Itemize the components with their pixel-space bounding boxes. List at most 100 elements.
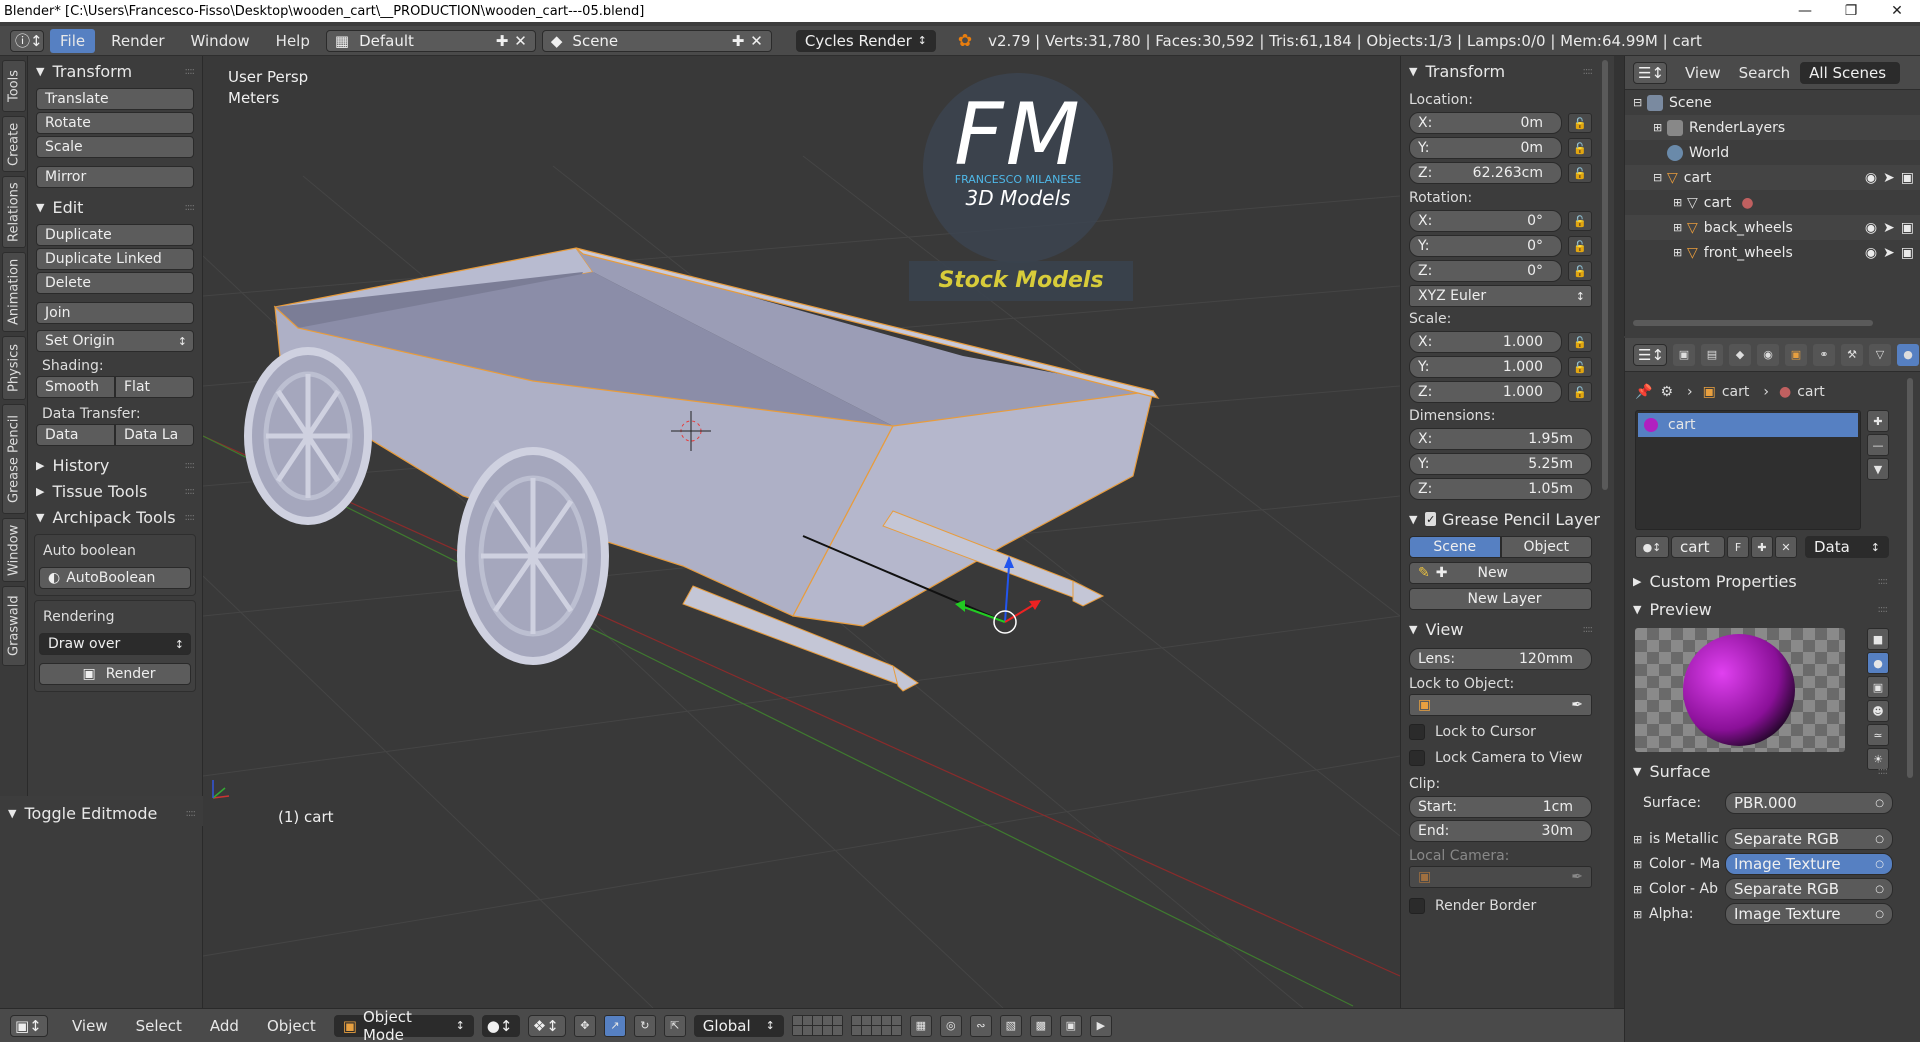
preview-header[interactable]: ▼ Preview :::: xyxy=(1625,596,1895,622)
scene-dropdown[interactable]: ◆ Scene ✚ ✕ xyxy=(541,29,772,52)
object-menu[interactable]: Object xyxy=(257,1014,326,1038)
data-tab-icon[interactable]: ▽ xyxy=(1869,343,1891,366)
expand-icon[interactable]: ⊞ xyxy=(1673,221,1687,234)
shader-input-dropdown[interactable]: Image Texture ○ xyxy=(1725,853,1893,875)
world-tab-icon[interactable]: ◉ xyxy=(1757,343,1779,366)
visibility-eye-icon[interactable]: ◉ xyxy=(1865,245,1877,261)
delete-button[interactable]: Delete xyxy=(36,272,194,294)
location-y-field[interactable]: Y: 0m xyxy=(1409,137,1562,159)
tab-graswald[interactable]: Graswald xyxy=(2,586,26,666)
rotation-z-field[interactable]: Z: 0° xyxy=(1409,260,1562,282)
rotate-button[interactable]: Rotate xyxy=(36,112,194,134)
selectable-arrow-icon[interactable]: ➤ xyxy=(1883,170,1895,186)
3d-viewport[interactable]: User Persp Meters (1) cart FM FRANCESCO … xyxy=(203,56,1400,1008)
custom-properties-header[interactable]: ▶ Custom Properties :::: xyxy=(1625,568,1895,594)
data-layout-button[interactable]: Data La xyxy=(115,424,194,446)
outliner-hscrollbar[interactable] xyxy=(1633,320,1873,326)
render-border-checkbox[interactable] xyxy=(1409,898,1425,914)
outliner-row-cart-object[interactable]: ⊟ ▽ cart ◉ ➤ ▣ xyxy=(1625,165,1920,190)
surface-header[interactable]: ▼ Surface :::: xyxy=(1625,758,1895,784)
drag-grip-icon[interactable]: :::: xyxy=(185,512,196,523)
drag-grip-icon[interactable]: :::: xyxy=(1583,66,1594,77)
transform-orientation-dropdown[interactable]: Global ↕ xyxy=(693,1014,784,1037)
lock-icon[interactable]: 🔓 xyxy=(1568,163,1592,183)
translate-button[interactable]: Translate xyxy=(36,88,194,110)
lock-icon[interactable]: 🔓 xyxy=(1568,332,1592,352)
properties-scrollbar[interactable] xyxy=(1907,378,1913,778)
layers-grid-2[interactable] xyxy=(850,1015,902,1036)
transform-panel-header[interactable]: ▼ Transform :::: xyxy=(28,58,202,84)
tab-physics[interactable]: Physics xyxy=(2,336,26,400)
region-divider[interactable] xyxy=(1614,56,1624,1008)
preview-hair-icon[interactable]: ≃ xyxy=(1867,724,1889,746)
material-slots-list[interactable]: cart xyxy=(1635,410,1861,530)
remove-slot-icon[interactable]: — xyxy=(1867,434,1889,456)
restore-icon[interactable]: ❐ xyxy=(1828,3,1874,19)
npanel-view-header[interactable]: ▼ View :::: xyxy=(1401,616,1600,642)
close-icon[interactable]: ✕ xyxy=(1874,3,1920,19)
render-layers-tab-icon[interactable]: ▤ xyxy=(1701,343,1723,366)
unlink-material-icon[interactable]: ✕ xyxy=(1775,536,1797,558)
tab-tools[interactable]: Tools xyxy=(2,60,26,112)
visibility-eye-icon[interactable]: ◉ xyxy=(1865,170,1877,186)
draw-over-dropdown[interactable]: Draw over ↕ xyxy=(39,633,191,655)
grease-pencil-checkbox[interactable]: ✓ xyxy=(1425,512,1437,526)
lock-icon[interactable]: 🔓 xyxy=(1568,236,1592,256)
constraints-tab-icon[interactable]: ⚭ xyxy=(1813,343,1835,366)
gp-new-layer-button[interactable]: New Layer xyxy=(1409,588,1592,610)
lock-cursor-checkbox[interactable] xyxy=(1409,724,1425,740)
lock-icon[interactable]: 🔓 xyxy=(1568,138,1592,158)
drag-grip-icon[interactable]: :::: xyxy=(1878,604,1889,615)
expand-input-icon[interactable]: ⊞ xyxy=(1633,858,1649,871)
expand-icon[interactable]: ⊞ xyxy=(1673,246,1687,259)
snap-target-icon[interactable]: ▩ xyxy=(1029,1014,1052,1037)
selectable-arrow-icon[interactable]: ➤ xyxy=(1883,245,1895,261)
lock-camera-checkbox[interactable] xyxy=(1409,750,1425,766)
layers-grid-1[interactable] xyxy=(791,1015,843,1036)
renderable-camera-icon[interactable]: ▣ xyxy=(1901,245,1914,261)
shader-input-dropdown[interactable]: Separate RGB ○ xyxy=(1725,828,1893,850)
renderable-camera-icon[interactable]: ▣ xyxy=(1901,220,1914,236)
preview-flat-icon[interactable]: ■ xyxy=(1867,628,1889,650)
translate-manipulator-icon[interactable]: ↗ xyxy=(603,1014,626,1037)
properties-editor-type-icon[interactable]: ☰↕ xyxy=(1633,343,1667,366)
renderable-camera-icon[interactable]: ▣ xyxy=(1901,170,1914,186)
surface-shader-dropdown[interactable]: PBR.000 ○ xyxy=(1725,792,1893,814)
drag-grip-icon[interactable]: :::: xyxy=(185,486,196,497)
snap-element-icon[interactable]: ▧ xyxy=(999,1014,1022,1037)
proportional-edit-icon[interactable]: ◎ xyxy=(939,1014,962,1037)
data-transfer-button[interactable]: Data xyxy=(36,424,115,446)
lock-icon[interactable]: 🔓 xyxy=(1568,382,1592,402)
grease-pencil-layer-header[interactable]: ▼ ✓ Grease Pencil Layer xyxy=(1401,506,1600,532)
tissue-panel-header[interactable]: ▶ Tissue Tools :::: xyxy=(28,478,202,504)
drag-grip-icon[interactable]: :::: xyxy=(1878,576,1889,587)
outliner-view-menu[interactable]: View xyxy=(1685,64,1721,82)
outliner-filter-dropdown[interactable]: All Scenes xyxy=(1800,61,1901,84)
clip-start-field[interactable]: Start: 1cm xyxy=(1409,796,1592,818)
dimension-x-field[interactable]: X: 1.95m xyxy=(1409,428,1592,450)
dimension-z-field[interactable]: Z: 1.05m xyxy=(1409,478,1592,500)
mode-dropdown[interactable]: ▣ Object Mode ↕ xyxy=(333,1008,474,1042)
render-tab-icon[interactable]: ▣ xyxy=(1673,343,1695,366)
outliner-row-cart-mesh[interactable]: ⊞ ▽ cart ● xyxy=(1625,190,1920,215)
local-camera-field[interactable]: ▣ ✒ xyxy=(1409,866,1592,888)
set-origin-dropdown[interactable]: Set Origin ↕ xyxy=(36,330,194,352)
collapse-icon[interactable]: ⊟ xyxy=(1633,96,1647,109)
editor-type-info-icon[interactable]: ⓘ↕ xyxy=(10,29,44,52)
tab-grease-pencil[interactable]: Grease Pencil xyxy=(2,404,26,514)
add-scene-icon[interactable]: ✚ xyxy=(732,32,745,50)
slot-menu-icon[interactable]: ▼ xyxy=(1867,458,1889,480)
eyedropper-icon[interactable]: ✒ xyxy=(1571,697,1583,713)
toggle-editmode-panel-header[interactable]: ▼ Toggle Editmode :::: xyxy=(0,800,203,826)
outliner-search-menu[interactable]: Search xyxy=(1739,64,1791,82)
add-slot-icon[interactable]: ✚ xyxy=(1867,410,1889,432)
material-slot-row[interactable]: cart xyxy=(1638,413,1858,437)
tab-window[interactable]: Window xyxy=(2,518,26,582)
shader-input-dropdown[interactable]: Separate RGB ○ xyxy=(1725,878,1893,900)
lock-icon[interactable]: 🔓 xyxy=(1568,261,1592,281)
viewport-editor-type-icon[interactable]: ▣↕ xyxy=(10,1014,48,1037)
drag-grip-icon[interactable]: :::: xyxy=(185,460,196,471)
material-tab-icon[interactable]: ● xyxy=(1897,343,1919,366)
viewport-scene[interactable] xyxy=(203,56,1400,1008)
visibility-eye-icon[interactable]: ◉ xyxy=(1865,220,1877,236)
